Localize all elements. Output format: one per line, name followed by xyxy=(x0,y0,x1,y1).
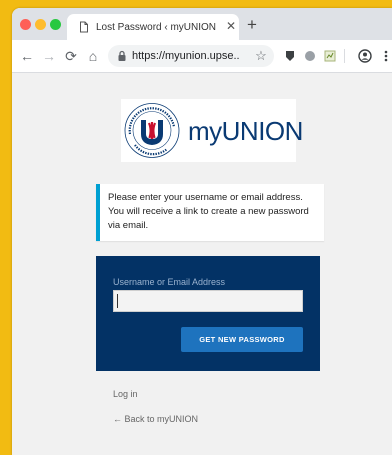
notice-text: Please enter your username or email addr… xyxy=(108,192,309,231)
tab-bar: Lost Password ‹ myUNION — V ✕ + xyxy=(12,8,392,40)
log-in-link[interactable]: Log in xyxy=(113,389,138,400)
text-caret xyxy=(117,294,118,308)
site-logo[interactable]: myUNION xyxy=(121,99,303,162)
get-new-password-button[interactable]: GET NEW PASSWORD xyxy=(181,327,303,352)
tab-title: Lost Password ‹ myUNION — V xyxy=(96,22,216,33)
close-window-button[interactable] xyxy=(20,19,31,30)
lost-password-form: Username or Email Address GET NEW PASSWO… xyxy=(96,256,320,371)
reload-icon[interactable]: ⟳ xyxy=(63,48,79,64)
new-tab-button[interactable]: + xyxy=(243,16,261,34)
lock-icon xyxy=(118,50,126,61)
extension-tile-icon[interactable] xyxy=(324,50,336,62)
browser-window: Lost Password ‹ myUNION — V ✕ + ← → ⟳ ⌂ … xyxy=(12,8,392,455)
username-email-input[interactable] xyxy=(113,290,303,312)
toolbar-divider xyxy=(344,49,345,63)
back-arrow-icon[interactable]: ← xyxy=(19,48,35,64)
back-to-site-link[interactable]: ← Back to myUNION xyxy=(113,414,198,425)
logo-wordmark: myUNION xyxy=(188,116,303,146)
forward-arrow-icon[interactable]: → xyxy=(41,48,57,64)
reset-instructions-notice: Please enter your username or email addr… xyxy=(96,184,324,241)
zoom-window-button[interactable] xyxy=(50,19,61,30)
account-icon[interactable] xyxy=(358,49,372,63)
seminary-seal-icon xyxy=(124,103,180,158)
username-label: Username or Email Address xyxy=(113,277,226,287)
menu-dots-icon[interactable] xyxy=(382,49,390,63)
home-icon[interactable]: ⌂ xyxy=(85,48,101,64)
shield-extension-icon[interactable] xyxy=(284,50,296,62)
tab-close-icon[interactable]: ✕ xyxy=(223,18,239,34)
extension-circle-icon[interactable] xyxy=(304,50,316,62)
address-bar[interactable]: https://myunion.upse... ☆ xyxy=(108,45,274,67)
minimize-window-button[interactable] xyxy=(35,19,46,30)
document-icon xyxy=(80,21,88,33)
url-text: https://myunion.upse... xyxy=(132,50,240,62)
tab-lost-password[interactable]: Lost Password ‹ myUNION — V ✕ xyxy=(67,14,239,40)
page-content: myUNION Please enter your username or em… xyxy=(12,73,392,455)
bookmark-star-icon[interactable]: ☆ xyxy=(254,48,268,64)
browser-toolbar: ← → ⟳ ⌂ https://myunion.upse... ☆ xyxy=(12,40,392,73)
